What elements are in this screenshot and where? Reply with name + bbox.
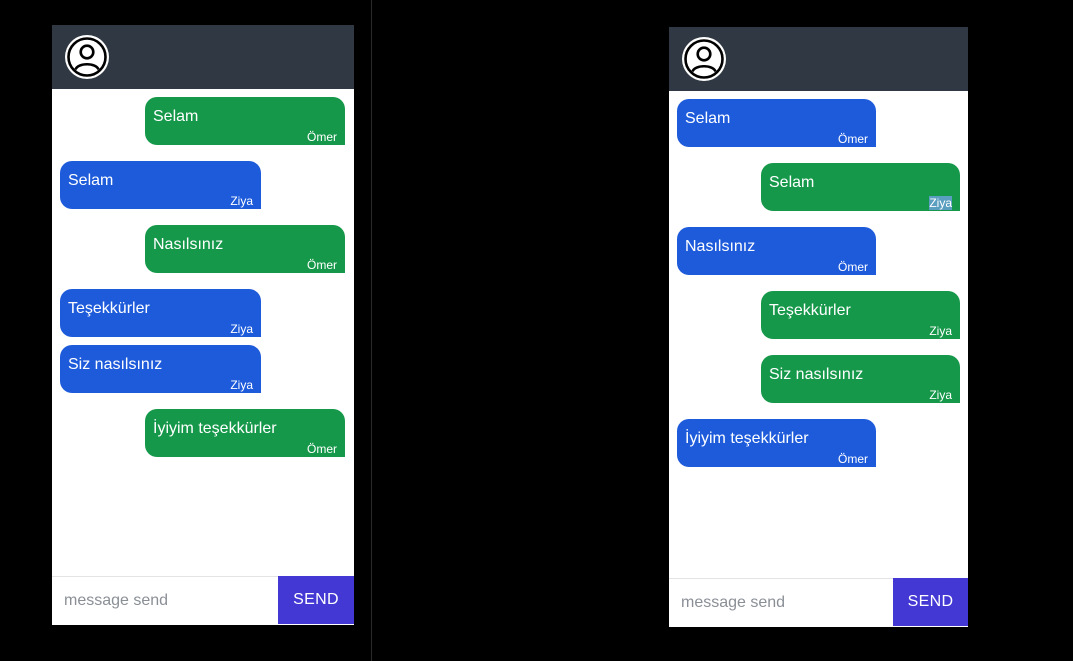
message-sender: Ziya — [230, 322, 253, 336]
message-sender: Ziya — [230, 194, 253, 208]
message-list[interactable]: Selam Ömer Selam Ziya Nasılsınız Ömer Te… — [52, 89, 354, 577]
message-sender: Ömer — [307, 130, 337, 144]
message-composer: SEND — [52, 576, 354, 625]
message-bubble: Selam Ziya — [761, 163, 960, 211]
message-text: Teşekkürler — [68, 300, 150, 317]
chat-header — [669, 27, 968, 91]
message-bubble: Siz nasılsınız Ziya — [761, 355, 960, 403]
message-text: Siz nasılsınız — [68, 356, 163, 373]
message-sender: Ziya — [929, 388, 952, 402]
message-sender: Ömer — [307, 258, 337, 272]
user-avatar-icon[interactable] — [64, 34, 110, 80]
user-avatar-icon[interactable] — [681, 36, 727, 82]
message-text: Selam — [685, 110, 731, 127]
message-input[interactable] — [52, 577, 278, 624]
message-text: İyiyim teşekkürler — [153, 420, 277, 437]
message-bubble: İyiyim teşekkürler Ömer — [677, 419, 876, 467]
chat-window-left: Selam Ömer Selam Ziya Nasılsınız Ömer Te… — [52, 25, 354, 625]
message-sender: Ziya — [929, 324, 952, 338]
message-text: Teşekkürler — [769, 302, 851, 319]
chat-window-right: Selam Ömer Selam Ziya Nasılsınız Ömer Te… — [669, 27, 968, 627]
message-input[interactable] — [669, 579, 892, 626]
message-bubble: Selam Ömer — [677, 99, 876, 147]
panel-divider — [371, 0, 372, 661]
send-button[interactable]: SEND — [278, 576, 354, 624]
message-sender: Ziya — [929, 196, 952, 210]
message-sender: Ömer — [838, 132, 868, 146]
message-sender: Ömer — [307, 442, 337, 456]
message-bubble: Selam Ziya — [60, 161, 261, 209]
message-bubble: İyiyim teşekkürler Ömer — [145, 409, 345, 457]
message-composer: SEND — [669, 578, 968, 627]
message-text: Nasılsınız — [685, 238, 756, 255]
message-text: Selam — [769, 174, 815, 191]
message-bubble: Nasılsınız Ömer — [677, 227, 876, 275]
message-text: İyiyim teşekkürler — [685, 430, 809, 447]
message-sender: Ömer — [838, 452, 868, 466]
message-sender: Ömer — [838, 260, 868, 274]
message-text: Selam — [68, 172, 114, 189]
message-bubble: Selam Ömer — [145, 97, 345, 145]
message-text: Nasılsınız — [153, 236, 224, 253]
message-text: Siz nasılsınız — [769, 366, 864, 383]
message-bubble: Siz nasılsınız Ziya — [60, 345, 261, 393]
message-bubble: Nasılsınız Ömer — [145, 225, 345, 273]
message-list[interactable]: Selam Ömer Selam Ziya Nasılsınız Ömer Te… — [669, 91, 968, 579]
message-bubble: Teşekkürler Ziya — [761, 291, 960, 339]
message-bubble: Teşekkürler Ziya — [60, 289, 261, 337]
message-sender: Ziya — [230, 378, 253, 392]
send-button[interactable]: SEND — [893, 578, 968, 626]
chat-header — [52, 25, 354, 89]
message-text: Selam — [153, 108, 199, 125]
